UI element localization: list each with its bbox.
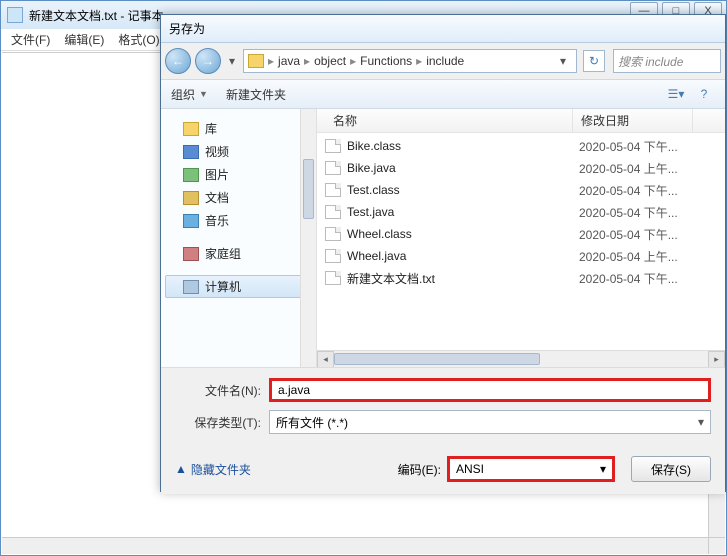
search-placeholder: 搜索 include	[618, 53, 683, 70]
list-horizontal-scrollbar[interactable]: ◂ ▸	[317, 350, 725, 367]
tree-documents[interactable]: 文档	[165, 186, 312, 209]
file-icon	[325, 227, 341, 241]
file-icon	[325, 183, 341, 197]
homegroup-icon	[183, 247, 199, 261]
file-date: 2020-05-04 上午...	[579, 248, 678, 265]
file-icon	[325, 161, 341, 175]
tree-computer[interactable]: 计算机	[165, 275, 312, 298]
search-input[interactable]: 搜索 include	[613, 49, 721, 73]
crumb-java[interactable]: java	[278, 54, 300, 68]
file-name: Bike.java	[347, 161, 579, 175]
picture-icon	[183, 168, 199, 182]
navigation-tree[interactable]: 库 视频 图片 文档 音乐 家庭组 计算机	[161, 109, 317, 367]
file-date: 2020-05-04 下午...	[579, 138, 678, 155]
crumb-include[interactable]: include	[426, 54, 464, 68]
filename-input[interactable]	[269, 378, 711, 402]
refresh-button[interactable]: ↻	[583, 50, 605, 72]
file-name: Wheel.class	[347, 227, 579, 241]
menu-format[interactable]: 格式(O)	[112, 29, 165, 50]
scroll-right-button[interactable]: ▸	[708, 351, 725, 368]
file-row[interactable]: Wheel.class2020-05-04 下午...	[317, 223, 725, 245]
file-row[interactable]: Test.class2020-05-04 下午...	[317, 179, 725, 201]
encoding-label: 编码(E):	[398, 461, 441, 478]
file-list: 名称 修改日期 Bike.class2020-05-04 下午...Bike.j…	[317, 109, 725, 367]
saveas-footer: ▲隐藏文件夹 编码(E): ANSI▾ 保存(S)	[161, 448, 725, 494]
crumb-functions[interactable]: Functions	[360, 54, 412, 68]
filetype-label: 保存类型(T):	[175, 414, 261, 431]
computer-icon	[183, 280, 199, 294]
file-date: 2020-05-04 下午...	[579, 182, 678, 199]
saveas-toolbar: 组织▼ 新建文件夹 ☰▾ ?	[161, 79, 725, 109]
column-name[interactable]: 名称	[325, 109, 573, 132]
saveas-title: 另存为	[169, 20, 205, 37]
file-row[interactable]: Bike.class2020-05-04 下午...	[317, 135, 725, 157]
file-date: 2020-05-04 下午...	[579, 270, 678, 287]
tree-music[interactable]: 音乐	[165, 209, 312, 232]
list-header: 名称 修改日期	[317, 109, 725, 133]
folder-icon	[248, 54, 264, 68]
new-folder-button[interactable]: 新建文件夹	[226, 86, 286, 103]
file-icon	[325, 271, 341, 285]
nav-history-dropdown[interactable]: ▾	[225, 48, 239, 74]
tree-pictures[interactable]: 图片	[165, 163, 312, 186]
file-icon	[325, 139, 341, 153]
column-date[interactable]: 修改日期	[573, 109, 693, 132]
file-icon	[325, 205, 341, 219]
file-name: Test.class	[347, 183, 579, 197]
horizontal-scrollbar[interactable]	[2, 537, 708, 554]
tree-scrollbar[interactable]	[300, 109, 316, 367]
library-icon	[183, 122, 199, 136]
file-row[interactable]: Bike.java2020-05-04 上午...	[317, 157, 725, 179]
help-button[interactable]: ?	[693, 84, 715, 104]
video-icon	[183, 145, 199, 159]
hide-folders-link[interactable]: ▲隐藏文件夹	[175, 461, 251, 478]
saveas-titlebar[interactable]: 另存为	[161, 15, 725, 43]
file-name: 新建文本文档.txt	[347, 270, 579, 287]
file-name: Wheel.java	[347, 249, 579, 263]
tree-library[interactable]: 库	[165, 117, 312, 140]
file-date: 2020-05-04 下午...	[579, 204, 678, 221]
saveas-navbar: ← → ▾ ▸java ▸object ▸Functions ▸include …	[161, 43, 725, 79]
saveas-inputs: 文件名(N): 保存类型(T): 所有文件 (*.*)▾	[161, 367, 725, 448]
nav-back-button[interactable]: ←	[165, 48, 191, 74]
view-options-button[interactable]: ☰▾	[665, 84, 687, 104]
tree-homegroup[interactable]: 家庭组	[165, 242, 312, 265]
nav-forward-button[interactable]: →	[195, 48, 221, 74]
file-icon	[325, 249, 341, 263]
document-icon	[183, 191, 199, 205]
save-button[interactable]: 保存(S)	[631, 456, 711, 482]
file-date: 2020-05-04 下午...	[579, 226, 678, 243]
save-as-dialog: 另存为 ← → ▾ ▸java ▸object ▸Functions ▸incl…	[160, 14, 726, 492]
scroll-corner	[708, 537, 725, 554]
organize-button[interactable]: 组织▼	[171, 86, 208, 103]
notepad-title: 新建文本文档.txt - 记事本	[29, 7, 164, 24]
menu-edit[interactable]: 编辑(E)	[58, 29, 110, 50]
file-row[interactable]: Test.java2020-05-04 下午...	[317, 201, 725, 223]
file-row[interactable]: Wheel.java2020-05-04 上午...	[317, 245, 725, 267]
tree-videos[interactable]: 视频	[165, 140, 312, 163]
scroll-left-button[interactable]: ◂	[317, 351, 334, 368]
file-row[interactable]: 新建文本文档.txt2020-05-04 下午...	[317, 267, 725, 289]
filename-label: 文件名(N):	[175, 382, 261, 399]
music-icon	[183, 214, 199, 228]
address-dropdown[interactable]: ▾	[554, 52, 572, 70]
menu-file[interactable]: 文件(F)	[5, 29, 56, 50]
filetype-combo[interactable]: 所有文件 (*.*)▾	[269, 410, 711, 434]
notepad-icon	[7, 7, 23, 23]
scroll-thumb[interactable]	[334, 353, 540, 365]
address-bar[interactable]: ▸java ▸object ▸Functions ▸include ▾	[243, 49, 577, 73]
file-date: 2020-05-04 上午...	[579, 160, 678, 177]
crumb-object[interactable]: object	[314, 54, 346, 68]
encoding-combo[interactable]: ANSI▾	[447, 456, 615, 482]
file-name: Bike.class	[347, 139, 579, 153]
file-name: Test.java	[347, 205, 579, 219]
